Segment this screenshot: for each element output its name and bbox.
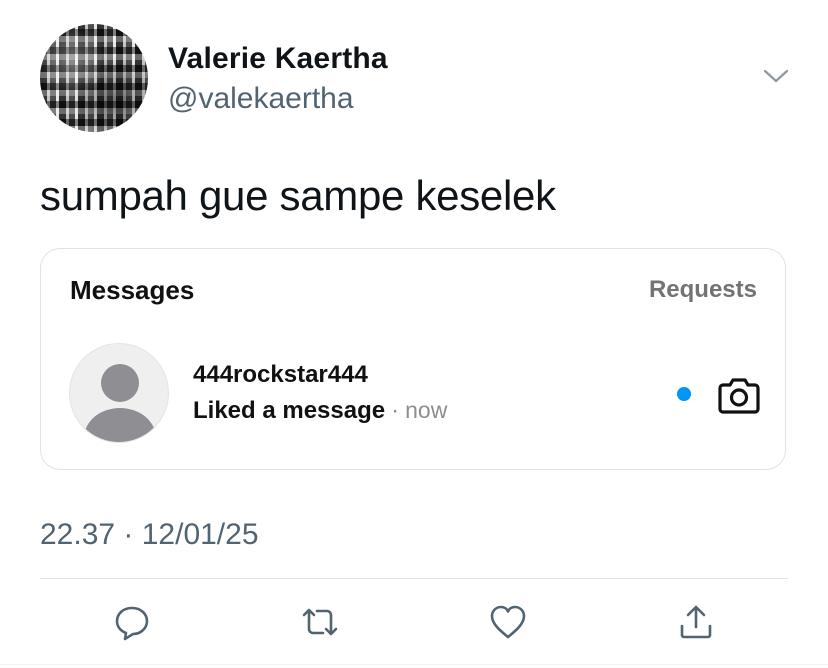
reply-icon[interactable] — [112, 602, 152, 642]
retweet-icon[interactable] — [300, 602, 340, 642]
separator: · — [391, 397, 400, 424]
default-avatar-icon — [69, 343, 169, 443]
conversation-username: 444rockstar444 — [193, 361, 368, 388]
conversation-time: now — [405, 397, 448, 423]
unread-indicator — [677, 387, 691, 401]
requests-link: Requests — [648, 276, 757, 303]
like-icon[interactable] — [488, 602, 528, 642]
divider — [40, 578, 788, 579]
messages-title: Messages — [70, 275, 195, 305]
tweet-text: sumpah gue sampe keselek — [40, 172, 556, 219]
conversation-preview: Liked a message · now — [193, 397, 447, 425]
bottom-border — [0, 664, 828, 665]
author-handle[interactable]: @valekaertha — [168, 82, 354, 116]
camera-icon — [718, 378, 760, 414]
conversation-status: Liked a message — [193, 397, 386, 424]
tweet-timestamp[interactable]: 22.37 · 12/01/25 — [40, 518, 259, 552]
embedded-screenshot[interactable]: Messages Requests 444rockstar444 Liked a… — [40, 248, 786, 470]
author-avatar[interactable] — [40, 24, 148, 132]
share-icon[interactable] — [676, 602, 716, 642]
author-display-name[interactable]: Valerie Kaertha — [168, 42, 388, 76]
chevron-down-icon[interactable] — [762, 66, 790, 86]
